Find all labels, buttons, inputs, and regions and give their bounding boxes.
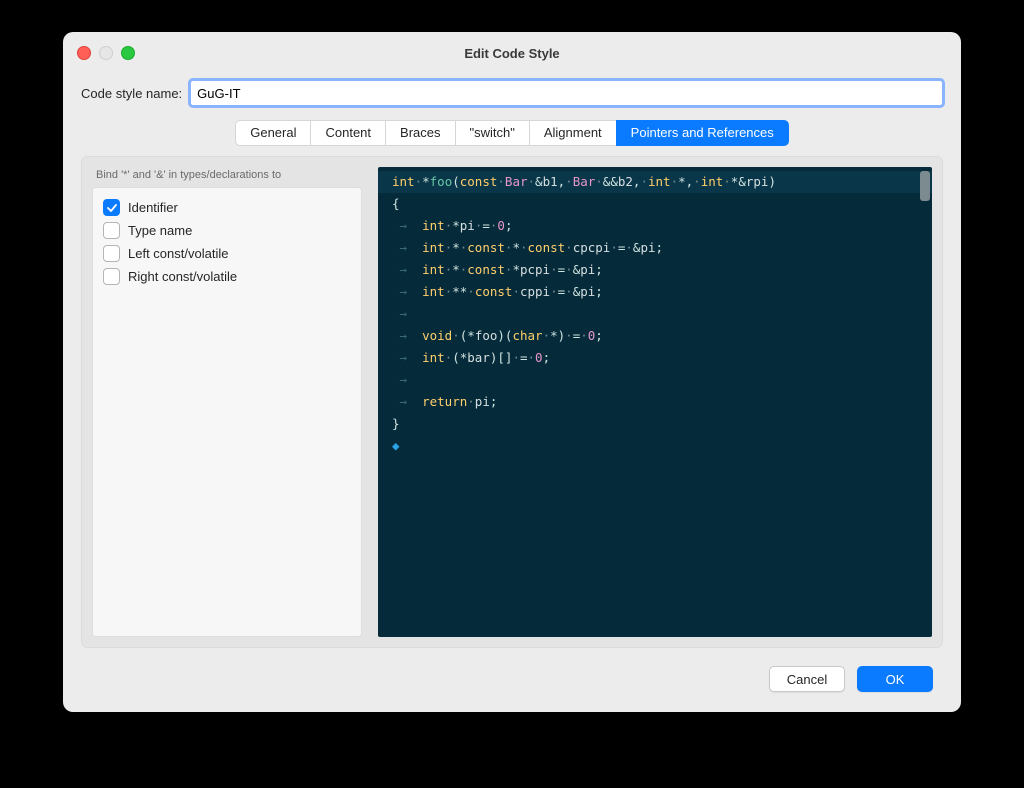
dialog-content: Code style name: General Content Braces …: [63, 74, 961, 712]
minimize-icon: [99, 46, 113, 60]
option-label: Right const/volatile: [128, 269, 237, 284]
cancel-button[interactable]: Cancel: [769, 666, 845, 692]
tab-alignment[interactable]: Alignment: [529, 120, 617, 146]
tab-general[interactable]: General: [235, 120, 311, 146]
checkbox-icon[interactable]: [103, 245, 120, 262]
option-label: Type name: [128, 223, 192, 238]
code-preview: int·*foo(const·Bar·&b1,·Bar·&&b2,·int·*,…: [378, 167, 932, 637]
scrollbar[interactable]: [920, 171, 930, 201]
traffic-lights: [77, 46, 135, 60]
name-label: Code style name:: [81, 86, 182, 101]
option-list: Identifier Type name Left const/volatile: [92, 187, 362, 637]
code-block: int·*foo(const·Bar·&b1,·Bar·&&b2,·int·*,…: [378, 167, 932, 461]
option-type-name[interactable]: Type name: [103, 219, 351, 242]
panel-area: Bind '*' and '&' in types/declarations t…: [81, 156, 943, 648]
tab-pointers-references[interactable]: Pointers and References: [616, 120, 789, 146]
option-label: Left const/volatile: [128, 246, 228, 261]
tab-switch[interactable]: "switch": [455, 120, 530, 146]
close-icon[interactable]: [77, 46, 91, 60]
button-row: Cancel OK: [81, 648, 943, 692]
window-title: Edit Code Style: [63, 46, 961, 61]
ok-button[interactable]: OK: [857, 666, 933, 692]
tabs: General Content Braces "switch" Alignmen…: [81, 120, 943, 146]
zoom-icon[interactable]: [121, 46, 135, 60]
code-style-name-input[interactable]: [190, 80, 943, 106]
dialog-window: Edit Code Style Code style name: General…: [63, 32, 961, 712]
name-row: Code style name:: [81, 80, 943, 106]
group-title: Bind '*' and '&' in types/declarations t…: [96, 169, 362, 181]
checkbox-icon[interactable]: [103, 268, 120, 285]
option-left-cv[interactable]: Left const/volatile: [103, 242, 351, 265]
checkbox-icon[interactable]: [103, 222, 120, 239]
options-column: Bind '*' and '&' in types/declarations t…: [92, 167, 362, 637]
titlebar: Edit Code Style: [63, 32, 961, 74]
tab-braces[interactable]: Braces: [385, 120, 455, 146]
tab-content[interactable]: Content: [310, 120, 386, 146]
checkbox-icon[interactable]: [103, 199, 120, 216]
option-label: Identifier: [128, 200, 178, 215]
option-identifier[interactable]: Identifier: [103, 196, 351, 219]
option-right-cv[interactable]: Right const/volatile: [103, 265, 351, 288]
